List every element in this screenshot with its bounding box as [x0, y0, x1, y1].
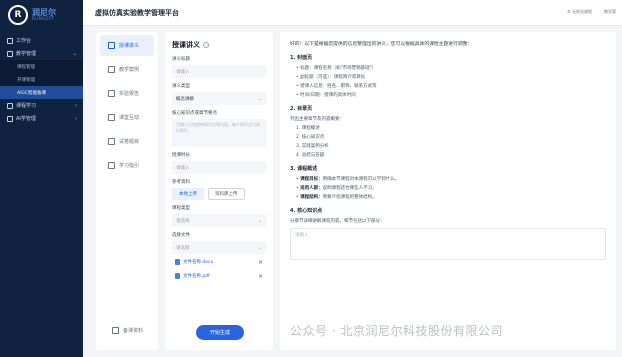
content-input[interactable]: 请输入 [290, 228, 606, 260]
field-label: 授课时长 [172, 153, 190, 158]
sidebar-item-ai[interactable]: AI学管理 › [0, 112, 83, 125]
close-icon[interactable]: × [258, 259, 263, 266]
list-item: 时间/日期：授课的具体时间 [296, 92, 606, 98]
list-item: 2. 核心知识点 [296, 135, 325, 140]
section-intro: 分章节详细讲解课程内容，每节包括以下部分： [290, 219, 385, 224]
tool-label: 课堂互动 [119, 115, 140, 121]
sidebar-item-label: 教学管理 [16, 51, 37, 57]
sidebar-item-label: 工作台 [16, 38, 32, 44]
page-title: 虚拟仿真实验教学管理平台 [95, 9, 179, 17]
sidebar-sub-course[interactable]: 课程管理 [0, 60, 83, 73]
list-item: 副标题（可选）：课程简介或目标 [296, 74, 606, 80]
file-item[interactable]: 文件名称.pdf × [172, 270, 266, 282]
tool-lecture[interactable]: 授课讲义 [100, 35, 154, 56]
tool-exam[interactable]: 试卷题目 [100, 131, 154, 152]
tool-menu: 授课讲义 教学案例 实验报告 课堂互动 试卷题目 学习指引 备课资料 [96, 32, 158, 350]
sidebar: R 润尼尔 RUNSOFT 工作台 教学管理 ⌄ 课程管理 开课管理 AIGC智… [0, 0, 83, 357]
list-item: 课程目标：明确本节课程对本课程可以学到什么。 [296, 176, 606, 182]
section-heading: 3. 课程概述 [290, 166, 318, 172]
chevron-down-icon: ⌄ [257, 244, 262, 251]
logo[interactable]: R 润尼尔 RUNSOFT [0, 0, 83, 30]
field-label: 课程类型 [172, 206, 190, 211]
list-item: 标题：课程名称（如"市场营销基础"） [296, 65, 606, 71]
tool-label: 学习指引 [119, 163, 140, 169]
case-icon [108, 66, 115, 73]
report-icon [108, 90, 115, 97]
study-icon [7, 102, 13, 109]
tool-interaction[interactable]: 课堂互动 [100, 107, 154, 128]
sidebar-item-label: 课程学习 [16, 103, 37, 109]
list-item: 4. 总结与答疑 [296, 153, 325, 158]
tool-materials[interactable]: 备课资料 [104, 320, 143, 341]
tool-label: 备课资料 [123, 328, 144, 334]
field-label: 参考资料 [172, 180, 190, 185]
logo-mark: R [8, 5, 28, 25]
title-input[interactable]: 请输入 [172, 65, 266, 78]
field-label: 讲义类型 [172, 84, 190, 89]
dashboard-icon [7, 37, 13, 44]
section-heading: 1. 封面页 [290, 55, 313, 61]
help-icon[interactable] [203, 42, 209, 48]
type-select[interactable]: 概念讲解 ⌄ [172, 92, 266, 105]
section-heading: 2. 目录页 [290, 106, 313, 112]
sidebar-item-label: AI学管理 [16, 116, 36, 122]
header: 虚拟仿真实验教学管理平台 ⚙ 无纸化课程 教学管 [83, 0, 622, 26]
upload-toggle: 本地上传 资料库上传 [172, 188, 266, 200]
sidebar-item-teaching[interactable]: 教学管理 ⌄ [0, 47, 83, 60]
chevron-right-icon: › [75, 102, 77, 109]
watermark: 公众号 · 北京润尼尔科技股份有限公司 [290, 324, 503, 338]
chevron-right-icon: › [75, 115, 77, 122]
chevron-down-icon: ⌄ [257, 217, 262, 224]
close-icon[interactable]: × [258, 273, 263, 280]
file-item[interactable]: 文件名称.docx × [172, 256, 266, 268]
tool-label: 试卷题目 [119, 139, 140, 145]
list-item: 课程结构：简要介绍课程的整体结构。 [296, 194, 606, 200]
doc-icon [108, 42, 115, 49]
guide-icon [108, 162, 115, 169]
list-item: 1. 课程概述 [296, 126, 320, 131]
sidebar-item-study[interactable]: 课程学习 › [0, 99, 83, 112]
chevron-down-icon: ⌄ [72, 50, 77, 57]
section-heading: 4. 核心知识点 [290, 208, 323, 214]
sidebar-sub-aigc[interactable]: AIGC智能备课 [0, 86, 83, 99]
upload-local-button[interactable]: 本地上传 [172, 188, 204, 200]
file-select[interactable]: 请选择 ⌄ [172, 241, 266, 254]
list-item: 3. 实践案例分析 [296, 144, 329, 149]
points-textarea[interactable]: 可输入已完成的知识点等内容，每个知识点可进行换行 [172, 119, 266, 147]
sidebar-item-workbench[interactable]: 工作台 [0, 34, 83, 47]
ai-icon [7, 115, 13, 122]
logo-en: RUNSOFT [32, 16, 55, 22]
tool-guide[interactable]: 学习指引 [100, 155, 154, 176]
generate-button[interactable]: 开始生成 [196, 325, 244, 340]
section-intro: 列出主要章节及内容概要： [290, 117, 344, 122]
list-item: 适用人群：说明课程适合哪些人学习。 [296, 185, 606, 191]
form-title: 授课讲义 [172, 40, 266, 50]
file-icon [175, 259, 180, 265]
field-label: 选择文件 [172, 233, 190, 238]
tool-label: 教学案例 [119, 67, 140, 73]
header-link-paperless[interactable]: ⚙ 无纸化课程 [567, 9, 592, 15]
list-item: 授课人信息：姓名、职称、联系方式等 [296, 83, 606, 89]
lecture-form: 授课讲义 讲义标题 请输入 讲义类型 概念讲解 ⌄ 核心知识点或章节要点 可输入… [165, 32, 273, 350]
header-link-teaching[interactable]: 教学管 [604, 9, 616, 15]
field-label: 讲义标题 [172, 57, 190, 62]
tool-label: 实验报告 [119, 91, 140, 97]
chat-icon [108, 114, 115, 121]
folder-icon [112, 327, 119, 334]
output-intro: 好的！以下是根据您提供的信息整理出的讲义，您可以根据具体的课程主题进行调整： [290, 42, 473, 47]
book-icon [7, 50, 13, 57]
course-select[interactable]: 请选择 ⌄ [172, 214, 266, 227]
file-icon [175, 273, 180, 279]
exam-icon [108, 138, 115, 145]
tool-case[interactable]: 教学案例 [100, 59, 154, 80]
chevron-down-icon: ⌄ [257, 95, 262, 102]
duration-input[interactable]: 请输入 [172, 161, 266, 174]
upload-library-button[interactable]: 资料库上传 [208, 188, 245, 200]
tool-report[interactable]: 实验报告 [100, 83, 154, 104]
sidebar-sub-class[interactable]: 开课管理 [0, 73, 83, 86]
field-label: 核心知识点或章节要点 [172, 111, 217, 116]
tool-label: 授课讲义 [119, 43, 140, 49]
lecture-output: 好的！以下是根据您提供的信息整理出的讲义，您可以根据具体的课程主题进行调整： 1… [280, 32, 616, 350]
